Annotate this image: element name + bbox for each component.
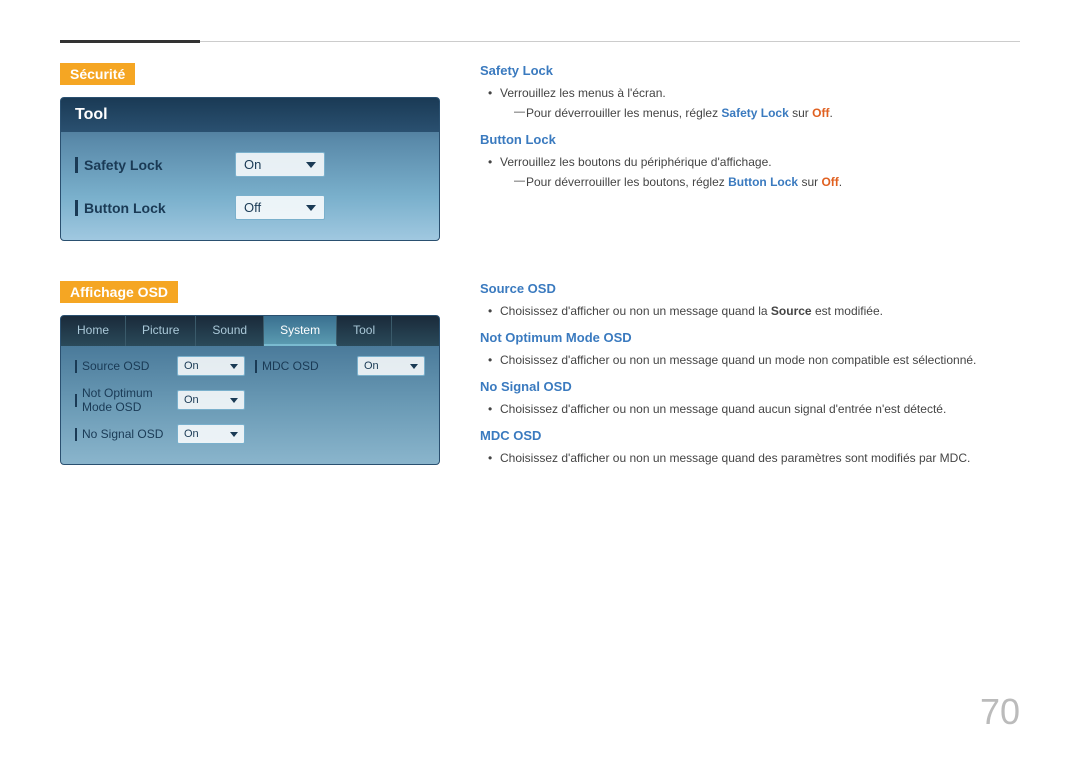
button-lock-label: Button Lock (75, 200, 235, 216)
not-optimum-desc-list: Choisissez d'afficher ou non un message … (480, 351, 1020, 369)
affichage-right: Source OSD Choisissez d'afficher ou non … (480, 281, 1020, 470)
no-signal-desc-list: Choisissez d'afficher ou non un message … (480, 400, 1020, 418)
mdc-osd-label: MDC OSD (255, 359, 357, 373)
safety-lock-label: Safety Lock (75, 157, 235, 173)
page-container: Sécurité Tool Safety Lock On Off (0, 0, 1080, 763)
source-osd-select[interactable]: On Off (177, 356, 245, 376)
safety-lock-select[interactable]: On Off (235, 152, 325, 177)
securite-right: Safety Lock Verrouillez les menus à l'éc… (480, 63, 1020, 241)
no-signal-desc-title: No Signal OSD (480, 379, 1020, 394)
button-lock-sub-list: Pour déverrouiller les boutons, réglez B… (500, 173, 1020, 191)
mdc-osd-row: MDC OSD On Off (255, 356, 425, 376)
tool-panel-body: Safety Lock On Off Button Lock O (61, 132, 439, 240)
nav-picture[interactable]: Picture (126, 316, 196, 346)
source-osd-row: Source OSD On Off (75, 356, 245, 376)
securite-left: Sécurité Tool Safety Lock On Off (60, 63, 440, 241)
nav-system[interactable]: System (264, 316, 337, 346)
no-signal-row: No Signal OSD On Off (75, 424, 245, 444)
tool-panel: Tool Safety Lock On Off (60, 97, 440, 241)
safety-lock-desc-item: Verrouillez les menus à l'écran. Pour dé… (488, 84, 1020, 122)
osd-body: Source OSD On Off Not Optimum Mode OSD O… (61, 346, 439, 464)
mdc-osd-desc-title: MDC OSD (480, 428, 1020, 443)
osd-panel: Home Picture Sound System Tool Source OS… (60, 315, 440, 465)
not-optimum-desc-item: Choisissez d'afficher ou non un message … (488, 351, 1020, 369)
safety-lock-desc-title: Safety Lock (480, 63, 1020, 78)
affichage-section: Affichage OSD Home Picture Sound System … (60, 281, 1020, 470)
osd-left-col: Source OSD On Off Not Optimum Mode OSD O… (75, 356, 245, 454)
button-lock-sub-item: Pour déverrouiller les boutons, réglez B… (514, 173, 1020, 191)
not-optimum-select[interactable]: On Off (177, 390, 245, 410)
affichage-left: Affichage OSD Home Picture Sound System … (60, 281, 440, 470)
not-optimum-label: Not Optimum Mode OSD (75, 386, 177, 414)
top-divider (60, 40, 1020, 43)
securite-title: Sécurité (60, 63, 135, 85)
divider-dark (60, 40, 200, 43)
button-lock-desc-list: Verrouillez les boutons du périphérique … (480, 153, 1020, 191)
not-optimum-desc-title: Not Optimum Mode OSD (480, 330, 1020, 345)
no-signal-desc-item: Choisissez d'afficher ou non un message … (488, 400, 1020, 418)
nav-sound[interactable]: Sound (196, 316, 264, 346)
mdc-osd-desc-item: Choisissez d'afficher ou non un message … (488, 449, 1020, 467)
osd-nav: Home Picture Sound System Tool (61, 316, 439, 346)
not-optimum-row: Not Optimum Mode OSD On Off (75, 386, 245, 414)
safety-lock-sub-item: Pour déverrouiller les menus, réglez Saf… (514, 104, 1020, 122)
divider-light (200, 41, 1020, 42)
securite-section: Sécurité Tool Safety Lock On Off (60, 63, 1020, 241)
mdc-osd-desc-list: Choisissez d'afficher ou non un message … (480, 449, 1020, 467)
source-osd-desc-title: Source OSD (480, 281, 1020, 296)
nav-tool[interactable]: Tool (337, 316, 392, 346)
button-lock-desc-item: Verrouillez les boutons du périphérique … (488, 153, 1020, 191)
osd-right-col: MDC OSD On Off (255, 356, 425, 454)
button-lock-select[interactable]: On Off (235, 195, 325, 220)
button-lock-desc-title: Button Lock (480, 132, 1020, 147)
nav-home[interactable]: Home (61, 316, 126, 346)
safety-lock-row: Safety Lock On Off (75, 152, 425, 177)
tool-panel-header: Tool (61, 98, 439, 132)
button-lock-row: Button Lock On Off (75, 195, 425, 220)
no-signal-label: No Signal OSD (75, 427, 177, 441)
source-osd-desc-item: Choisissez d'afficher ou non un message … (488, 302, 1020, 320)
page-number: 70 (980, 691, 1020, 733)
safety-lock-sub-list: Pour déverrouiller les menus, réglez Saf… (500, 104, 1020, 122)
no-signal-select[interactable]: On Off (177, 424, 245, 444)
mdc-osd-select[interactable]: On Off (357, 356, 425, 376)
affichage-title: Affichage OSD (60, 281, 178, 303)
safety-lock-desc-list: Verrouillez les menus à l'écran. Pour dé… (480, 84, 1020, 122)
source-osd-label: Source OSD (75, 359, 177, 373)
source-osd-desc-list: Choisissez d'afficher ou non un message … (480, 302, 1020, 320)
